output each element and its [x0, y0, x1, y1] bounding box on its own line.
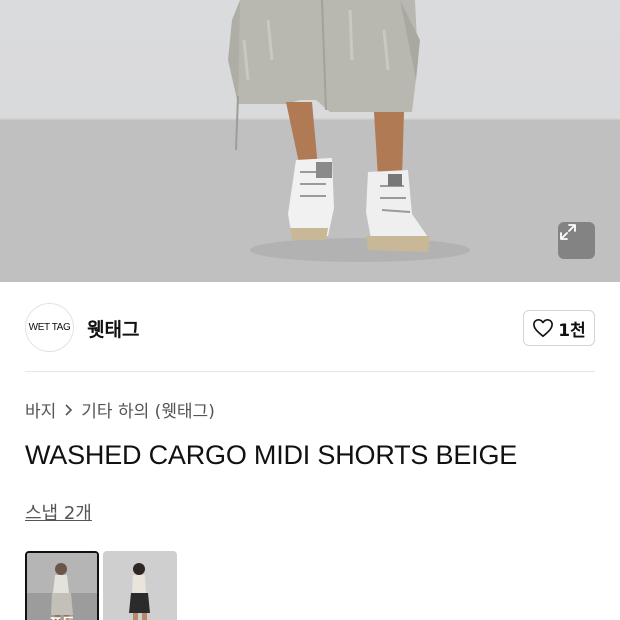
brand-name-link[interactable]: 웻태그 [87, 315, 139, 342]
brand-row: WET TAG 웻태그 1천 [0, 283, 620, 371]
divider [25, 371, 595, 372]
breadcrumb: 바지 기타 하의 (웻태그) [25, 397, 215, 422]
snap-photo [103, 551, 177, 620]
breadcrumb-category[interactable]: 바지 [25, 397, 56, 422]
like-count: 1천 [558, 320, 586, 341]
product-title: WASHED CARGO MIDI SHORTS BEIGE [25, 440, 518, 470]
brand-logo-text: WET TAG [28, 322, 71, 333]
like-button[interactable]: 1천 [523, 310, 595, 346]
snap-thumbnail[interactable] [103, 551, 177, 620]
snap-count-link[interactable]: 스냅 2개 [25, 499, 92, 525]
brand-logo[interactable]: WET TAG [25, 303, 74, 352]
snap-thumbnail[interactable]: 포토 [25, 551, 99, 620]
expand-image-button[interactable] [558, 222, 595, 259]
heart-outline-icon [533, 319, 554, 337]
snap-thumbnails: 포토 [25, 551, 177, 620]
chevron-right-icon [64, 403, 73, 417]
snap-thumbnail-label: 포토 [27, 613, 97, 620]
expand-icon [560, 224, 576, 240]
hero-photo [0, 0, 620, 282]
breadcrumb-subcategory[interactable]: 기타 하의 (웻태그) [81, 397, 215, 422]
snap-photo [27, 553, 97, 620]
product-hero-image[interactable] [0, 0, 620, 282]
